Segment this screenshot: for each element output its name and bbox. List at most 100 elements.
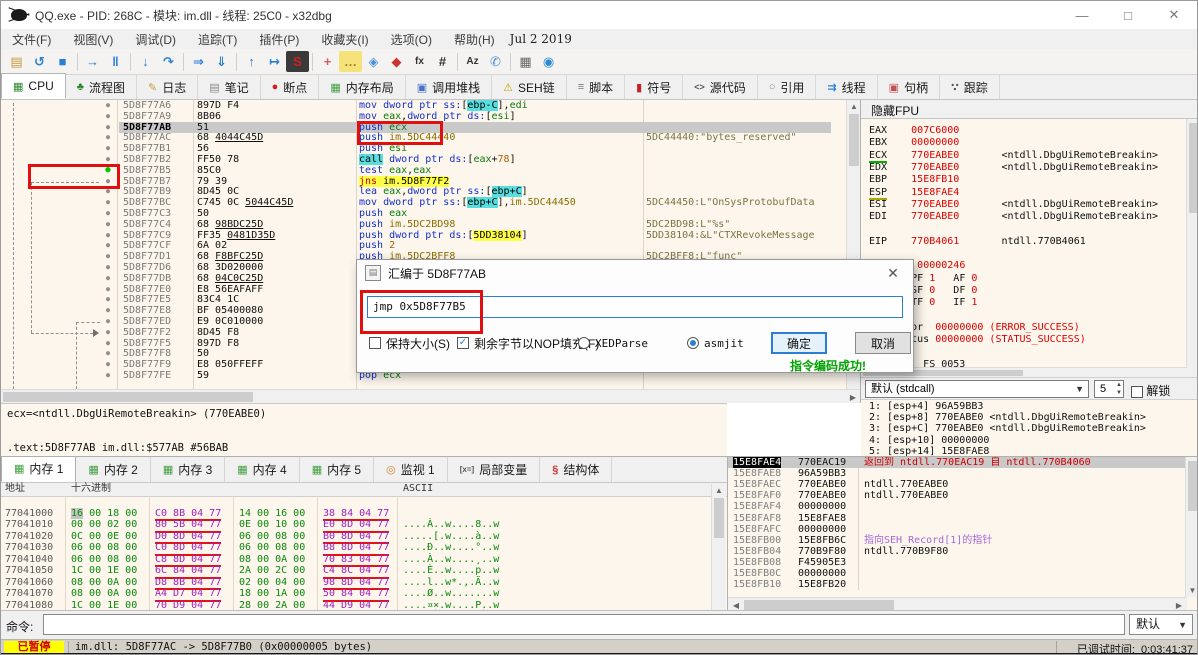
memory-dump-panel[interactable]: ▦ 内存 1 ▦ 内存 2 ▦ 内存 3 ▦ 内存 4 ▦ 内存 5 ◎ 监视 … — [1, 456, 727, 621]
pause-icon[interactable]: ‖ — [104, 51, 127, 72]
keep-size-checkbox[interactable]: 保持大小(S) — [369, 332, 450, 354]
row-dot[interactable]: ● — [101, 100, 115, 111]
stack-row[interactable]: 15E8FAF4 00000000 — [728, 501, 1197, 512]
menu-item-6[interactable]: 选项(O) — [380, 33, 443, 47]
execute-till-return-icon[interactable]: ↑ — [240, 51, 263, 72]
view-tab-笔记[interactable]: ▤ 笔记 — [198, 75, 261, 99]
strings-icon[interactable]: Az — [461, 51, 484, 72]
dump-row[interactable]: 77041000 16 00 18 00 C0 8B 04 77 14 00 16 0… — [1, 496, 499, 530]
xedparse-radio[interactable]: XEDParse — [578, 332, 648, 354]
phone-icon[interactable]: ✆ — [484, 51, 507, 72]
scrollbar-thumb[interactable] — [714, 498, 724, 538]
view-tab-脚本[interactable]: ≡ 脚本 — [567, 75, 626, 99]
row-dot[interactable]: ● — [101, 316, 115, 327]
row-dot[interactable]: ● — [101, 284, 115, 295]
menu-item-7[interactable]: 帮助(H) — [443, 33, 506, 47]
command-profile-select[interactable]: 默认 ▼ — [1129, 614, 1193, 635]
view-tab-SEH链[interactable]: ⚠ SEH链 — [492, 75, 567, 99]
row-dot[interactable]: ● — [101, 122, 115, 133]
patches-icon[interactable]: + — [316, 51, 339, 72]
scrollbar-thumb[interactable] — [1189, 123, 1197, 213]
stack-row[interactable]: 15E8FB0C 00000000 — [728, 568, 1197, 579]
view-tab-CPU[interactable]: ▦ CPU — [1, 73, 66, 99]
cancel-button[interactable]: 取消 — [855, 332, 911, 354]
row-dot[interactable]: ● — [101, 273, 115, 284]
stack-row[interactable]: 15E8FB04 770B9F80 ntdll.770B9F80 — [728, 546, 1197, 557]
checkbox-icon[interactable] — [1131, 385, 1143, 398]
row-dot[interactable]: ● — [101, 154, 115, 165]
view-tab-内存布局[interactable]: ▦ 内存布局 — [319, 75, 406, 99]
scrollbar-thumb[interactable] — [1188, 461, 1197, 511]
dump-tab-监视 1[interactable]: ◎ 监视 1 — [374, 457, 448, 482]
scroll-left-arrow[interactable]: ◀ — [730, 601, 742, 610]
argument-count-stepper[interactable]: 5 ▲ ▼ — [1094, 380, 1124, 398]
row-dot[interactable]: ● — [101, 219, 115, 230]
asmjit-radio[interactable]: asmjit — [687, 332, 744, 354]
disasm-row[interactable]: ● 5D8F77C9 FF35 0481D35D push dword ptr … — [1, 229, 846, 241]
row-dot[interactable]: ● — [101, 262, 115, 273]
run-icon[interactable]: → — [81, 51, 104, 72]
stack-row[interactable]: 15E8FB00 15E8FB6C 指向SEH_Record[1]的指针 — [728, 535, 1197, 546]
checkbox-icon[interactable] — [369, 337, 381, 349]
disasm-row[interactable]: ● 5D8F77B7 79 39 jns im.5D8F77F2 — [1, 175, 846, 187]
scroll-up-arrow[interactable]: ▲ — [712, 486, 726, 495]
row-dot[interactable]: ● — [101, 208, 115, 219]
dump-row[interactable]: 77041080 1C 00 1E 00 70 D9 04 77 28 00 2A 0… — [1, 588, 499, 622]
row-dot[interactable]: ● — [101, 338, 115, 349]
stack-row[interactable]: 15E8FAFC 00000000 — [728, 524, 1197, 535]
view-tab-符号[interactable]: ▮ 符号 — [625, 75, 684, 99]
calling-convention-select[interactable]: 默认 (stdcall) ▼ — [865, 380, 1089, 398]
menu-item-0[interactable]: 文件(F) — [1, 33, 62, 47]
scrollbar-thumb[interactable] — [744, 600, 894, 610]
row-dot[interactable]: ● — [101, 240, 115, 251]
menu-item-3[interactable]: 追踪(T) — [187, 33, 248, 47]
stack-row[interactable]: 15E8FAE8 96A59BB3 — [728, 468, 1197, 479]
row-dot[interactable]: ● — [101, 370, 115, 381]
argument-row[interactable]: 1: [esp+4] 96A59BB3 — [869, 401, 983, 412]
disasm-row[interactable]: ● 5D8F77B1 56 push esi — [1, 143, 846, 154]
row-dot[interactable]: ● — [101, 111, 115, 122]
stack-row[interactable]: 15E8FAF8 15E8FAE8 — [728, 513, 1197, 524]
stack-panel[interactable]: 15E8FAE4 770EAC19 返回到 ntdll.770EAC19 自 n… — [727, 456, 1197, 621]
dump-row[interactable]: 77041030 06 00 08 00 C0 8D 04 77 06 00 08 0… — [1, 531, 499, 565]
register-row[interactable]: EIP 770B4061 ntdll.770B4061 — [869, 236, 1086, 248]
disasm-row[interactable]: ● 5D8F77B5 85C0 test eax,eax — [1, 165, 846, 176]
dump-row[interactable]: 77041020 0C 00 0E 00 D0 8D 04 77 06 00 08 0… — [1, 519, 499, 554]
dump-tab-内存 1[interactable]: ▦ 内存 1 — [1, 457, 77, 482]
checkbox-checked-icon[interactable]: ✓ — [457, 337, 469, 349]
dump-tab-内存 3[interactable]: ▦ 内存 3 — [151, 457, 226, 482]
row-dot[interactable]: ● — [101, 186, 115, 197]
scroll-right-arrow[interactable]: ▶ — [1173, 601, 1185, 610]
disasm-row[interactable]: ● 5D8F77B2 FF50 78 call dword ptr ds:[ea… — [1, 154, 846, 165]
stack-row[interactable]: 15E8FB10 15E8FB20 — [728, 579, 1197, 590]
register-row[interactable]: ECX 770EABE0 <ntdll.DbgUiRemoteBreakin> — [869, 149, 1158, 163]
argument-row[interactable]: 3: [esp+C] 770EABE0 <ntdll.DbgUiRemoteBr… — [869, 423, 1146, 434]
disasm-row[interactable]: ● 5D8F77C3 50 push eax — [1, 208, 846, 219]
dump-row[interactable]: 77041060 08 00 0A 00 D8 8B 04 77 02 00 04 0… — [1, 565, 499, 600]
disasm-row[interactable]: ● 5D8F77C4 68 98BDC25D push im.5DC2BD98 … — [1, 219, 846, 230]
registers-vertical-scrollbar[interactable] — [1186, 119, 1197, 377]
stack-vertical-scrollbar[interactable]: ▼ — [1185, 457, 1197, 597]
register-row[interactable]: EDX 770EABE0 <ntdll.DbgUiRemoteBreakin> — [869, 162, 1158, 174]
unlock-checkbox[interactable]: 解锁 — [1131, 382, 1170, 399]
scylla-icon[interactable]: S — [286, 51, 309, 72]
dump-tab-结构体[interactable]: § 结构体 — [540, 457, 613, 482]
stack-row[interactable]: 15E8FAF0 770EABE0 ntdll.770EABE0 — [728, 490, 1197, 501]
ok-button[interactable]: 确定 — [771, 332, 827, 354]
dump-row[interactable]: 77041050 1C 00 1E 00 6C 84 04 77 2A 00 2C 0… — [1, 554, 499, 588]
disasm-row[interactable]: ● 5D8F77AC 68 4044C45D push im.5DC44440 … — [1, 132, 846, 143]
step-into-icon[interactable]: ↓ — [134, 51, 157, 72]
maximize-button[interactable]: □ — [1105, 1, 1151, 29]
comments-icon[interactable]: … — [339, 51, 362, 72]
disasm-row[interactable]: ● 5D8F77A9 8B06 mov eax,dword ptr ds:[es… — [1, 111, 846, 122]
dump-tab-内存 2[interactable]: ▦ 内存 2 — [76, 457, 151, 482]
register-row[interactable]: EDI 770EABE0 <ntdll.DbgUiRemoteBreakin> — [869, 211, 1158, 223]
row-dot[interactable]: ● — [101, 251, 115, 262]
hash-icon[interactable]: # — [431, 51, 454, 72]
register-row[interactable]: EBX 00000000 — [869, 137, 959, 149]
view-tab-流程图[interactable]: ♣ 流程图 — [66, 75, 137, 99]
dialog-title-bar[interactable]: ▤ 汇编于 5D8F77AB — [357, 260, 913, 286]
register-row[interactable]: EBP 15E8FB10 — [869, 174, 959, 186]
globe-icon[interactable]: ◉ — [537, 51, 560, 72]
view-tab-调用堆栈[interactable]: ▣ 调用堆栈 — [406, 75, 493, 99]
